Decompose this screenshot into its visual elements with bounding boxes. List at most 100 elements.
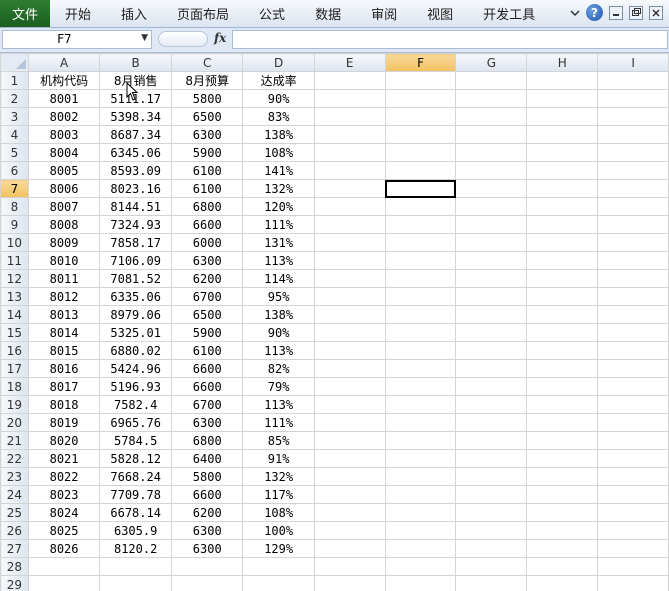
cell-e12[interactable]: [313, 269, 386, 288]
insert-function-icon[interactable]: fx: [214, 31, 226, 45]
cell-i14[interactable]: [597, 305, 669, 324]
cell-c26[interactable]: 6300: [170, 521, 244, 540]
cell-h12[interactable]: [526, 269, 599, 288]
cell-i15[interactable]: [597, 323, 669, 342]
cell-h29[interactable]: [526, 575, 599, 591]
cell-g9[interactable]: [455, 215, 528, 234]
cell-g20[interactable]: [455, 413, 528, 432]
cell-f4[interactable]: [384, 125, 457, 144]
cell-c11[interactable]: 6300: [170, 251, 244, 270]
cell-h17[interactable]: [526, 359, 599, 378]
cell-a21[interactable]: 8020: [27, 431, 101, 450]
row-header-11[interactable]: 11: [0, 251, 29, 270]
row-header-20[interactable]: 20: [0, 413, 29, 432]
cell-b3[interactable]: 5398.34: [99, 107, 172, 126]
cell-d29[interactable]: [242, 575, 315, 591]
cell-f17[interactable]: [384, 359, 457, 378]
cell-f11[interactable]: [384, 251, 457, 270]
cell-b27[interactable]: 8120.2: [99, 539, 172, 558]
cell-b12[interactable]: 7081.52: [99, 269, 172, 288]
cell-a29[interactable]: [27, 575, 101, 591]
cell-g2[interactable]: [455, 89, 528, 108]
cell-i2[interactable]: [597, 89, 669, 108]
cell-a23[interactable]: 8022: [27, 467, 101, 486]
cell-b25[interactable]: 6678.14: [99, 503, 172, 522]
cell-f2[interactable]: [384, 89, 457, 108]
cell-h24[interactable]: [526, 485, 599, 504]
cell-b23[interactable]: 7668.24: [99, 467, 172, 486]
row-header-17[interactable]: 17: [0, 359, 29, 378]
cell-h5[interactable]: [526, 143, 599, 162]
row-header-25[interactable]: 25: [0, 503, 29, 522]
cell-a24[interactable]: 8023: [27, 485, 101, 504]
cell-a15[interactable]: 8014: [27, 323, 101, 342]
cell-a3[interactable]: 8002: [27, 107, 101, 126]
cell-h22[interactable]: [526, 449, 599, 468]
formula-input[interactable]: [232, 30, 668, 49]
cell-d7[interactable]: 132%: [242, 179, 315, 198]
cell-d16[interactable]: 113%: [242, 341, 315, 360]
cell-h20[interactable]: [526, 413, 599, 432]
column-header-d[interactable]: D: [242, 53, 315, 72]
cell-b16[interactable]: 6880.02: [99, 341, 172, 360]
cell-i16[interactable]: [597, 341, 669, 360]
cell-f5[interactable]: [384, 143, 457, 162]
cell-f27[interactable]: [384, 539, 457, 558]
cell-c9[interactable]: 6600: [170, 215, 244, 234]
cell-i24[interactable]: [597, 485, 669, 504]
cell-g11[interactable]: [455, 251, 528, 270]
cell-b20[interactable]: 6965.76: [99, 413, 172, 432]
tab-insert[interactable]: 插入: [106, 0, 162, 27]
cell-a25[interactable]: 8024: [27, 503, 101, 522]
row-header-15[interactable]: 15: [0, 323, 29, 342]
cell-i11[interactable]: [597, 251, 669, 270]
cell-b15[interactable]: 5325.01: [99, 323, 172, 342]
cell-h8[interactable]: [526, 197, 599, 216]
file-tab[interactable]: 文件: [0, 0, 50, 27]
cell-d18[interactable]: 79%: [242, 377, 315, 396]
cell-a17[interactable]: 8016: [27, 359, 101, 378]
row-header-6[interactable]: 6: [0, 161, 29, 180]
cell-f25[interactable]: [384, 503, 457, 522]
row-header-28[interactable]: 28: [0, 557, 29, 576]
cell-h10[interactable]: [526, 233, 599, 252]
cell-i3[interactable]: [597, 107, 669, 126]
cell-i5[interactable]: [597, 143, 669, 162]
cell-e17[interactable]: [313, 359, 386, 378]
cell-f1[interactable]: [384, 71, 457, 90]
cell-h3[interactable]: [526, 107, 599, 126]
cell-h13[interactable]: [526, 287, 599, 306]
cell-a27[interactable]: 8026: [27, 539, 101, 558]
cell-h23[interactable]: [526, 467, 599, 486]
cell-i7[interactable]: [597, 179, 669, 198]
column-header-h[interactable]: H: [526, 53, 599, 72]
cell-f3[interactable]: [384, 107, 457, 126]
cell-g6[interactable]: [455, 161, 528, 180]
cell-c6[interactable]: 6100: [170, 161, 244, 180]
cell-h25[interactable]: [526, 503, 599, 522]
cell-d17[interactable]: 82%: [242, 359, 315, 378]
column-header-i[interactable]: I: [597, 53, 669, 72]
cell-e28[interactable]: [313, 557, 386, 576]
cell-e26[interactable]: [313, 521, 386, 540]
cell-c3[interactable]: 6500: [170, 107, 244, 126]
cell-b18[interactable]: 5196.93: [99, 377, 172, 396]
cell-g7[interactable]: [455, 179, 528, 198]
minimize-icon[interactable]: [609, 5, 623, 20]
tab-page-layout[interactable]: 页面布局: [162, 0, 244, 27]
cell-b7[interactable]: 8023.16: [99, 179, 172, 198]
cell-e21[interactable]: [313, 431, 386, 450]
cell-e23[interactable]: [313, 467, 386, 486]
cell-e8[interactable]: [313, 197, 386, 216]
cell-f18[interactable]: [384, 377, 457, 396]
cell-h18[interactable]: [526, 377, 599, 396]
cell-i22[interactable]: [597, 449, 669, 468]
cell-c28[interactable]: [170, 557, 244, 576]
cell-h26[interactable]: [526, 521, 599, 540]
cell-e29[interactable]: [313, 575, 386, 591]
cell-h4[interactable]: [526, 125, 599, 144]
cell-i20[interactable]: [597, 413, 669, 432]
cell-d15[interactable]: 90%: [242, 323, 315, 342]
cell-a12[interactable]: 8011: [27, 269, 101, 288]
cell-h7[interactable]: [526, 179, 599, 198]
